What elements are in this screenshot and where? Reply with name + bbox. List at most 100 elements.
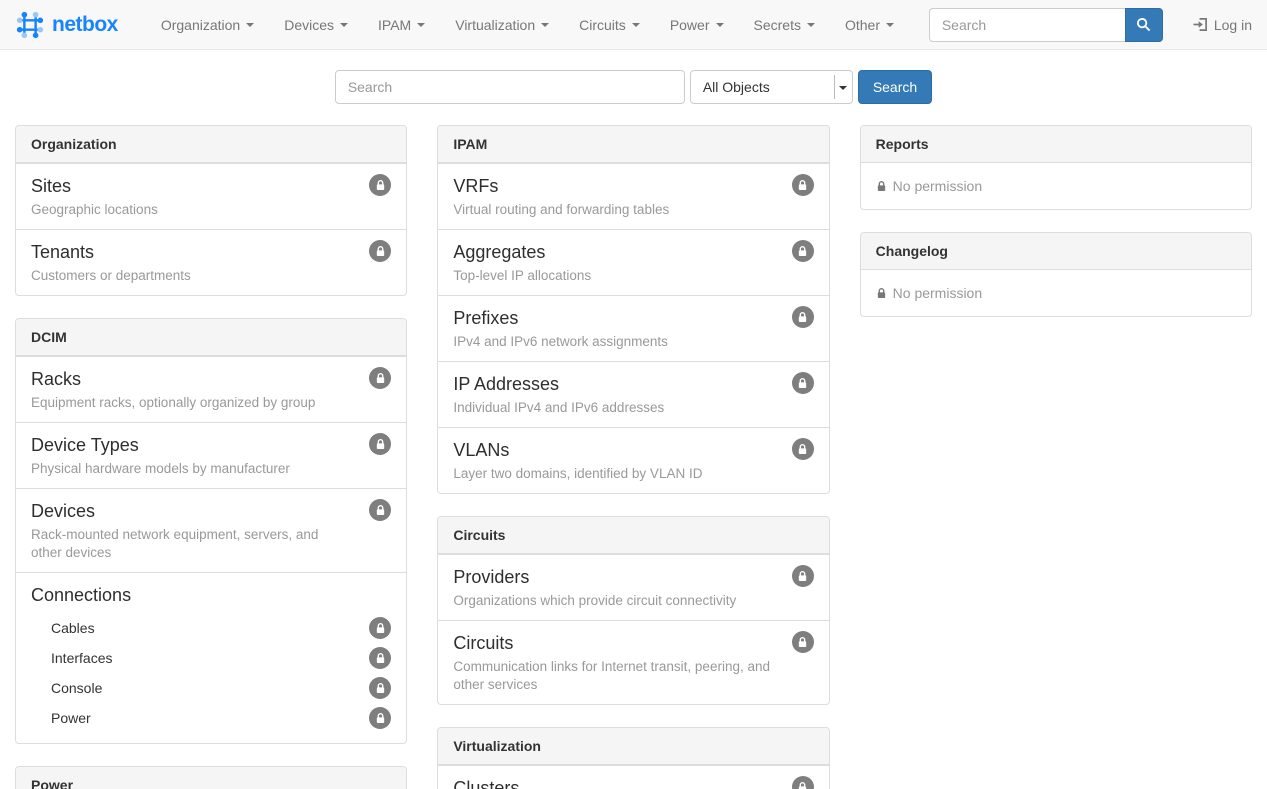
nav-menu-label: Devices bbox=[284, 17, 334, 33]
sub-item-cables[interactable]: Cables bbox=[51, 613, 391, 643]
item-description: Top-level IP allocations bbox=[453, 267, 813, 285]
item-description: Physical hardware models by manufacturer bbox=[31, 460, 391, 478]
caret-down-icon bbox=[417, 23, 425, 27]
item-title[interactable]: VLANs bbox=[453, 438, 813, 462]
lock-icon bbox=[369, 617, 391, 639]
item-title[interactable]: Circuits bbox=[453, 631, 813, 655]
hero-search-form: All Objects Search bbox=[0, 70, 1267, 104]
item-description: Virtual routing and forwarding tables bbox=[453, 201, 813, 219]
sub-item-list: Cables Interfaces Console Power bbox=[51, 613, 391, 733]
nav-menu-organization[interactable]: Organization bbox=[146, 0, 269, 50]
item-clusters: Clusters bbox=[438, 765, 828, 789]
no-permission-note: No permission bbox=[861, 270, 1251, 316]
nav-menu-ipam[interactable]: IPAM bbox=[363, 0, 440, 50]
item-device-types: Device Types Physical hardware models by … bbox=[16, 422, 406, 488]
sub-item-console[interactable]: Console bbox=[51, 673, 391, 703]
panel-changelog: ChangelogNo permission bbox=[860, 232, 1252, 317]
nav-menu-label: Power bbox=[670, 17, 710, 33]
item-title[interactable]: Tenants bbox=[31, 240, 391, 264]
column-1: OrganizationSitesGeographic locationsTen… bbox=[15, 125, 407, 789]
panel-organization: OrganizationSitesGeographic locationsTen… bbox=[15, 125, 407, 296]
object-type-select[interactable]: All Objects bbox=[690, 70, 853, 104]
nav-menu-secrets[interactable]: Secrets bbox=[739, 0, 830, 50]
brand-name: netbox bbox=[52, 13, 118, 37]
panel-title: Circuits bbox=[438, 517, 828, 554]
item-description: Equipment racks, optionally organized by… bbox=[31, 394, 391, 412]
panel-power: Power bbox=[15, 766, 407, 789]
nav-menu-label: Organization bbox=[161, 17, 240, 33]
lock-icon bbox=[369, 677, 391, 699]
item-vrfs: VRFs Virtual routing and forwarding table… bbox=[438, 163, 828, 229]
panel-title: DCIM bbox=[16, 319, 406, 356]
item-description: Customers or departments bbox=[31, 267, 391, 285]
item-title[interactable]: Aggregates bbox=[453, 240, 813, 264]
item-title[interactable]: Providers bbox=[453, 565, 813, 589]
navbar-search-button[interactable] bbox=[1125, 8, 1163, 42]
caret-down-icon bbox=[632, 23, 640, 27]
caret-down-icon bbox=[807, 23, 815, 27]
item-vlans: VLANs Layer two domains, identified by VL… bbox=[438, 427, 828, 493]
brand-link[interactable]: netbox bbox=[15, 10, 118, 40]
lock-icon bbox=[792, 372, 814, 394]
item-title[interactable]: Sites bbox=[31, 174, 391, 198]
sub-item-label: Cables bbox=[51, 620, 95, 636]
item-title[interactable]: IP Addresses bbox=[453, 372, 813, 396]
object-type-selected: All Objects bbox=[703, 79, 770, 95]
panel-title: IPAM bbox=[438, 126, 828, 163]
search-icon bbox=[1136, 17, 1151, 32]
caret-down-icon bbox=[541, 23, 549, 27]
nav-menu-label: Virtualization bbox=[455, 17, 535, 33]
caret-down-icon bbox=[886, 23, 894, 27]
caret-down-icon bbox=[716, 23, 724, 27]
lock-icon bbox=[792, 631, 814, 653]
item-title[interactable]: Device Types bbox=[31, 433, 391, 457]
lock-icon bbox=[792, 776, 814, 789]
hero-search-button[interactable]: Search bbox=[858, 70, 932, 104]
nav-menu-other[interactable]: Other bbox=[830, 0, 909, 50]
nav-menu-label: Circuits bbox=[579, 17, 626, 33]
nav-menu-label: Other bbox=[845, 17, 880, 33]
sub-item-label: Interfaces bbox=[51, 650, 112, 666]
item-title[interactable]: VRFs bbox=[453, 174, 813, 198]
sub-item-label: Console bbox=[51, 680, 102, 696]
no-permission-label: No permission bbox=[893, 178, 982, 194]
item-connections: Connections Cables Interfaces Console Power bbox=[16, 572, 406, 743]
nav-menu-devices[interactable]: Devices bbox=[269, 0, 363, 50]
nav-menu-circuits[interactable]: Circuits bbox=[564, 0, 655, 50]
panel-reports: Reports No permission bbox=[860, 125, 1252, 210]
sign-in-icon bbox=[1193, 17, 1208, 32]
caret-down-icon bbox=[839, 86, 847, 90]
lock-icon bbox=[792, 438, 814, 460]
lock-icon bbox=[792, 240, 814, 262]
navbar: netbox Organization Devices IPAM Virtualiza… bbox=[0, 0, 1267, 50]
nav-menu-label: IPAM bbox=[378, 17, 411, 33]
no-permission-note: No permission bbox=[861, 163, 1251, 209]
panel-title: Organization bbox=[16, 126, 406, 163]
item-title[interactable]: Clusters bbox=[453, 776, 813, 789]
panel-title: Reports bbox=[861, 126, 1251, 163]
nav-menu-virtualization[interactable]: Virtualization bbox=[440, 0, 564, 50]
sub-item-interfaces[interactable]: Interfaces bbox=[51, 643, 391, 673]
login-link[interactable]: Log in bbox=[1193, 17, 1252, 33]
item-description: Layer two domains, identified by VLAN ID bbox=[453, 465, 813, 483]
panel-ipam: IPAM VRFs Virtual routing and forwarding t… bbox=[437, 125, 829, 494]
column-3: ReportsNo permissionChangelogNo permissi… bbox=[860, 125, 1252, 789]
item-title[interactable]: Devices bbox=[31, 499, 391, 523]
lock-icon bbox=[792, 565, 814, 587]
sub-item-power[interactable]: Power bbox=[51, 703, 391, 733]
nav-menu-power[interactable]: Power bbox=[655, 0, 739, 50]
item-title: Connections bbox=[31, 583, 391, 607]
item-description: IPv4 and IPv6 network assignments bbox=[453, 333, 813, 351]
panel-virtualization: VirtualizationClusters bbox=[437, 727, 829, 789]
item-title[interactable]: Racks bbox=[31, 367, 391, 391]
item-tenants: Tenants Customers or departments bbox=[16, 229, 406, 295]
sub-item-label: Power bbox=[51, 710, 91, 726]
item-title[interactable]: Prefixes bbox=[453, 306, 813, 330]
lock-icon bbox=[876, 287, 887, 299]
navbar-search-input[interactable] bbox=[929, 8, 1125, 42]
hero-search-input[interactable] bbox=[335, 70, 685, 104]
lock-icon bbox=[792, 306, 814, 328]
caret-down-icon bbox=[246, 23, 254, 27]
column-2: IPAM VRFs Virtual routing and forwarding t… bbox=[437, 125, 829, 789]
nav-menu-label: Secrets bbox=[754, 17, 801, 33]
